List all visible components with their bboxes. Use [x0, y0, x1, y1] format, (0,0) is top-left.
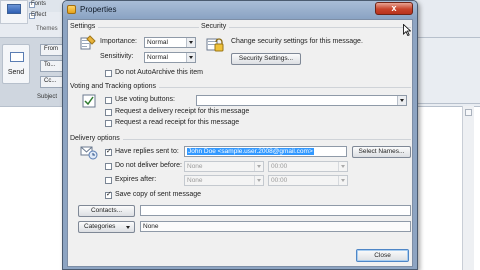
settings-group-label: Settings [70, 23, 99, 30]
replies-to-input[interactable]: John Doe <sample.user.2008@gmail.com> [184, 146, 347, 157]
chevron-down-icon[interactable] [186, 38, 195, 47]
chevron-down-icon[interactable] [338, 162, 347, 171]
close-button[interactable]: Close [356, 249, 409, 262]
chevron-down-icon[interactable] [186, 53, 195, 62]
select-names-button[interactable]: Select Names... [352, 146, 411, 158]
dialog-title: Properties [80, 5, 117, 14]
security-lock-icon [206, 34, 224, 52]
have-replies-checkbox[interactable] [105, 147, 112, 156]
security-description: Change security settings for this messag… [231, 38, 363, 45]
settings-icon [80, 35, 96, 51]
send-label: Send [7, 69, 25, 76]
security-divider [202, 27, 411, 28]
do-not-deliver-time-select[interactable]: 00:00 [268, 161, 348, 172]
send-envelope-icon [10, 52, 24, 62]
chevron-down-icon [126, 226, 130, 229]
effects-label[interactable]: Effect [31, 12, 46, 18]
have-replies-label[interactable]: Have replies sent to: [115, 148, 179, 155]
expires-date-value: None [187, 177, 203, 184]
no-autoarchive-checkbox[interactable] [105, 70, 112, 77]
expires-after-label[interactable]: Expires after: [115, 176, 156, 183]
categories-input[interactable]: None [140, 221, 411, 232]
do-not-deliver-checkbox[interactable] [105, 163, 112, 170]
importance-label: Importance: [100, 38, 137, 45]
do-not-deliver-date-select[interactable]: None [184, 161, 264, 172]
sensitivity-label: Sensitivity: [100, 53, 134, 60]
sensitivity-select[interactable]: Normal [144, 52, 196, 63]
expires-date-select[interactable]: None [184, 175, 264, 186]
expires-time-select[interactable]: 00:00 [268, 175, 348, 186]
sensitivity-value: Normal [147, 54, 168, 61]
close-icon[interactable]: x [375, 2, 413, 15]
categories-label: Categories [84, 223, 116, 230]
security-group-label: Security [201, 23, 230, 30]
themes-icon [7, 4, 21, 14]
do-not-deliver-date-value: None [187, 163, 203, 170]
properties-icon [67, 5, 76, 14]
read-receipt-checkbox[interactable] [105, 120, 112, 127]
properties-dialog: Properties x Settings Importance: Normal… [62, 0, 418, 270]
body-scrollbar[interactable] [462, 106, 474, 270]
delivery-group-label: Delivery options [70, 135, 123, 142]
dialog-client-area: Settings Importance: Normal Sensitivity:… [67, 19, 413, 267]
delivery-receipt-label[interactable]: Request a delivery receipt for this mess… [115, 108, 249, 115]
expires-time-value: 00:00 [271, 177, 288, 184]
contacts-input[interactable] [140, 205, 411, 216]
themes-button[interactable] [0, 0, 28, 24]
save-copy-label[interactable]: Save copy of sent message [115, 191, 201, 198]
fonts-label[interactable]: Fonts [31, 1, 46, 7]
importance-value: Normal [147, 39, 168, 46]
subject-label: Subject [37, 94, 58, 100]
delivery-icon [80, 144, 98, 160]
replies-to-value: John Doe <sample.user.2008@gmail.com> [187, 148, 314, 155]
use-voting-checkbox[interactable] [105, 97, 112, 104]
voting-group-label: Voting and Tracking options [70, 83, 160, 90]
chevron-down-icon[interactable] [338, 176, 347, 185]
voting-icon [82, 93, 98, 109]
voting-buttons-select[interactable] [196, 95, 407, 106]
delivery-receipt-checkbox[interactable] [105, 109, 112, 116]
chevron-down-icon[interactable] [254, 162, 263, 171]
contacts-button[interactable]: Contacts... [78, 205, 135, 217]
categories-button[interactable]: Categories [78, 221, 135, 233]
ribbon-right-panel [418, 38, 480, 106]
use-voting-label[interactable]: Use voting buttons: [115, 96, 175, 103]
do-not-deliver-label[interactable]: Do not deliver before: [115, 162, 182, 169]
scroll-up-icon[interactable] [465, 109, 472, 116]
chevron-down-icon[interactable] [254, 176, 263, 185]
do-not-deliver-time-value: 00:00 [271, 163, 288, 170]
no-autoarchive-label[interactable]: Do not AutoArchive this item [115, 69, 203, 76]
save-copy-checkbox[interactable] [105, 190, 112, 199]
send-button[interactable]: Send [2, 44, 30, 84]
expires-after-checkbox[interactable] [105, 177, 112, 184]
importance-select[interactable]: Normal [144, 37, 196, 48]
read-receipt-label[interactable]: Request a read receipt for this message [115, 119, 239, 126]
security-settings-button[interactable]: Security Settings... [231, 53, 301, 65]
chevron-down-icon[interactable] [397, 96, 406, 105]
themes-group-label: Themes [36, 26, 58, 32]
categories-value: None [143, 223, 159, 230]
mouse-pointer-icon [403, 23, 412, 37]
dialog-titlebar[interactable]: Properties x [63, 1, 417, 19]
